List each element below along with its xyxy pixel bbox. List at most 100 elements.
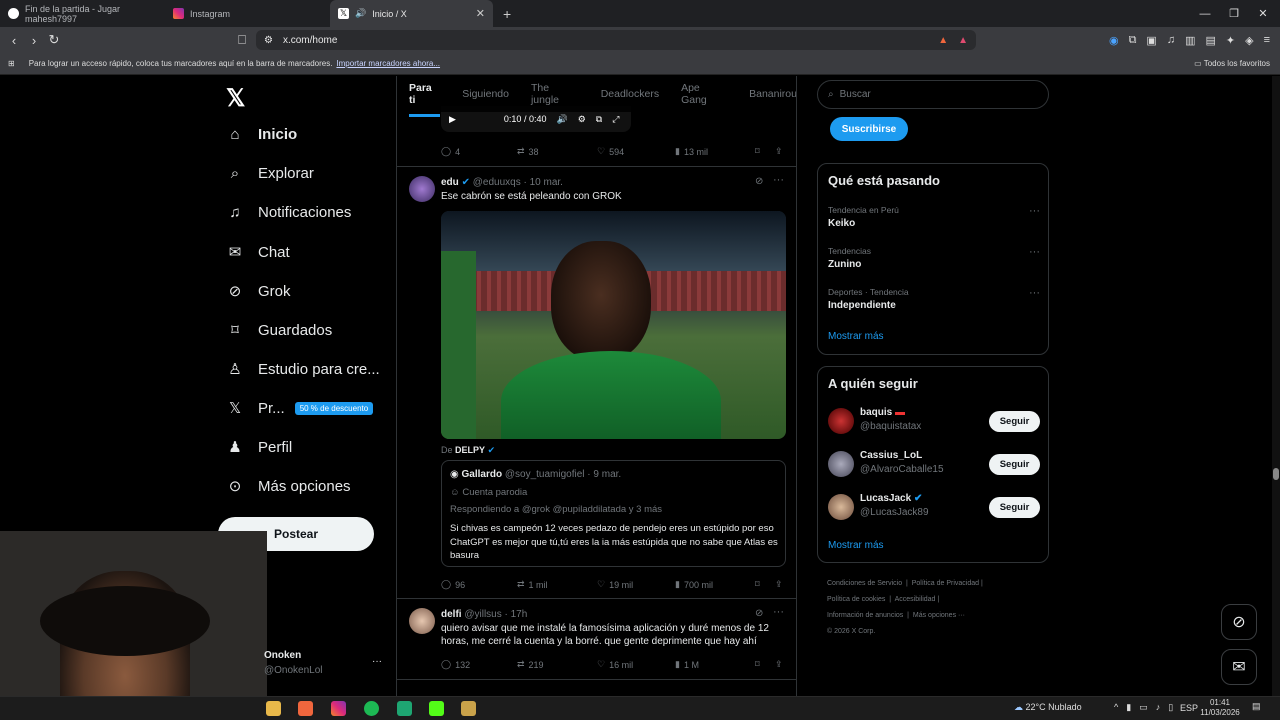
views-button[interactable]: ▮ 700 mil bbox=[675, 579, 755, 590]
bookmark-page-icon[interactable]: ⎕ bbox=[232, 32, 252, 48]
footer-link[interactable]: Accesibilidad bbox=[895, 596, 936, 603]
back-icon[interactable]: ‹ bbox=[4, 33, 24, 48]
bookmark-button[interactable]: ⌑ bbox=[755, 579, 775, 590]
x-logo-icon[interactable]: 𝕏 bbox=[226, 84, 245, 113]
nav-grok[interactable]: ⊘ Grok bbox=[226, 282, 291, 301]
post-date[interactable]: · 10 mar. bbox=[523, 177, 562, 188]
tab-the-jungle[interactable]: The jungle bbox=[531, 82, 579, 106]
wallet2-icon[interactable]: ▤ bbox=[1205, 34, 1215, 47]
new-tab-button[interactable]: + bbox=[503, 6, 511, 22]
pip-icon[interactable]: ⧉ bbox=[596, 114, 602, 125]
wallet-icon[interactable]: ▣ bbox=[1146, 34, 1156, 47]
all-favorites[interactable]: ▭ Todos los favoritos bbox=[1194, 59, 1270, 68]
bookmark-button[interactable]: ⌑ bbox=[755, 659, 775, 670]
author-handle[interactable]: @yillsus bbox=[464, 609, 501, 620]
url-field[interactable]: ⚙ x.com/home ▲ ▲ bbox=[256, 30, 976, 50]
subscribe-button[interactable]: Suscribirse bbox=[830, 117, 908, 141]
post-more-icon[interactable]: ··· bbox=[773, 174, 784, 186]
follow-button[interactable]: Seguir bbox=[989, 411, 1040, 432]
brave-shields-icon[interactable]: ▲ bbox=[938, 35, 948, 46]
tab-ape-gang[interactable]: Ape Gang bbox=[681, 82, 727, 106]
share-button[interactable]: ⇪ bbox=[775, 659, 783, 670]
like-button[interactable]: ♡ 19 mil bbox=[597, 579, 675, 590]
post-more-icon[interactable]: ··· bbox=[773, 606, 784, 618]
trend-item[interactable]: Deportes · Tendencia Independiente ··· bbox=[828, 287, 1040, 311]
account-switcher[interactable]: Onoken @OnokenLol ··· bbox=[264, 650, 394, 680]
trend-more-icon[interactable]: ··· bbox=[1029, 246, 1040, 258]
share-button[interactable]: ⇪ bbox=[775, 579, 783, 590]
vpn-icon[interactable]: ◈ bbox=[1245, 34, 1253, 47]
follow-button[interactable]: Seguir bbox=[989, 454, 1040, 475]
leo-icon[interactable]: ✦ bbox=[1226, 34, 1235, 47]
grok-icon[interactable]: ⊘ bbox=[755, 608, 763, 619]
nav-more[interactable]: ⊙ Más opciones bbox=[226, 477, 351, 496]
like-button[interactable]: ♡ 594 bbox=[597, 146, 675, 157]
show-more-trends[interactable]: Mostrar más bbox=[828, 331, 884, 342]
league-icon[interactable] bbox=[461, 701, 476, 716]
settings-icon[interactable]: ⚙ bbox=[578, 114, 586, 125]
fullscreen-icon[interactable]: ⤢ bbox=[612, 114, 619, 125]
tab-chess[interactable]: Fin de la partida - Jugar mahesh7997 bbox=[0, 0, 165, 27]
repost-button[interactable]: ⇄ 1 mil bbox=[517, 579, 597, 590]
author-name[interactable]: delfi bbox=[441, 609, 462, 620]
kick-icon[interactable] bbox=[429, 701, 444, 716]
music-icon[interactable]: ♫ bbox=[1167, 34, 1175, 46]
spotify-icon[interactable] bbox=[364, 701, 379, 716]
tab-following[interactable]: Siguiendo bbox=[462, 88, 509, 100]
trend-more-icon[interactable]: ··· bbox=[1029, 205, 1040, 217]
site-info-icon[interactable]: ⚙ bbox=[264, 35, 273, 46]
tab-bananirou[interactable]: Bananirou bbox=[749, 88, 796, 100]
nav-notifications[interactable]: ♫ Notificaciones bbox=[226, 204, 351, 221]
bookmark-button[interactable]: ⌑ bbox=[755, 146, 775, 157]
notifications-icon[interactable]: ▤ bbox=[1252, 701, 1261, 712]
quoted-post[interactable]: ◉ Gallardo @soy_tuamigofiel · 9 mar. ☺ C… bbox=[441, 460, 786, 567]
follow-item[interactable]: Cassius_LoL @AlvaroCaballe15 Seguir bbox=[828, 449, 1040, 479]
nav-creator-studio[interactable]: ♙ Estudio para cre... bbox=[226, 360, 379, 379]
avatar[interactable] bbox=[409, 608, 435, 634]
reload-icon[interactable]: ↻ bbox=[44, 32, 64, 48]
close-window-button[interactable]: ✕ bbox=[1246, 0, 1280, 27]
nav-premium[interactable]: 𝕏 Pr... 50 % de descuento bbox=[226, 399, 374, 417]
tab-deadlockers[interactable]: Deadlockers bbox=[601, 88, 659, 100]
mic-icon[interactable]: ▮ bbox=[1126, 702, 1131, 713]
footer-link[interactable]: Política de cookies bbox=[827, 596, 885, 603]
follow-item[interactable]: LucasJack ✔ @LucasJack89 Seguir bbox=[828, 492, 1040, 522]
footer-link[interactable]: Más opciones ··· bbox=[913, 612, 965, 619]
trend-item[interactable]: Tendencia en Perú Keiko ··· bbox=[828, 205, 1040, 229]
scrollbar[interactable] bbox=[1272, 76, 1280, 696]
menu-icon[interactable]: ≡ bbox=[1264, 34, 1270, 46]
views-button[interactable]: ▮ 1 M bbox=[675, 659, 755, 670]
instagram-app-icon[interactable] bbox=[331, 701, 346, 716]
nav-home[interactable]: ⌂ Inicio bbox=[226, 126, 297, 143]
close-tab-icon[interactable]: ✕ bbox=[476, 7, 485, 20]
search-box[interactable]: ⌕ Buscar bbox=[817, 80, 1049, 109]
battery-icon[interactable]: ▯ bbox=[1168, 702, 1173, 713]
author-handle[interactable]: @eduuxqs bbox=[473, 177, 521, 188]
account-more-icon[interactable]: ··· bbox=[372, 656, 382, 667]
views-button[interactable]: ▮ 13 mil bbox=[675, 146, 755, 157]
grok-fab-button[interactable]: ⊘ bbox=[1221, 604, 1257, 640]
tab-instagram[interactable]: Instagram bbox=[165, 0, 330, 27]
share-button[interactable]: ⇪ bbox=[775, 146, 783, 157]
messages-fab-button[interactable]: ✉ bbox=[1221, 649, 1257, 685]
import-bookmarks-link[interactable]: Importar marcadores ahora... bbox=[336, 59, 440, 68]
volume-icon[interactable]: 🔊 bbox=[556, 114, 567, 125]
show-more-follow[interactable]: Mostrar más bbox=[828, 540, 884, 551]
media-icon[interactable]: ◉ bbox=[1109, 34, 1119, 47]
nav-explore[interactable]: ⌕ Explorar bbox=[226, 165, 314, 182]
forward-icon[interactable]: › bbox=[24, 33, 44, 48]
nav-bookmarks[interactable]: ⌑ Guardados bbox=[226, 321, 332, 340]
follow-item[interactable]: baquis ▬ @baquistatax Seguir bbox=[828, 406, 1040, 436]
reply-button[interactable]: ◯ 96 bbox=[441, 579, 517, 590]
volume-icon[interactable]: ♪ bbox=[1156, 702, 1161, 713]
clock[interactable]: 01:41 11/03/2026 bbox=[1200, 698, 1240, 718]
post-video[interactable] bbox=[441, 211, 786, 439]
source-name[interactable]: DELPY bbox=[455, 445, 485, 455]
file-explorer-icon[interactable] bbox=[266, 701, 281, 716]
follow-button[interactable]: Seguir bbox=[989, 497, 1040, 518]
apps-grid-icon[interactable]: ⊞ bbox=[8, 59, 15, 68]
reply-button[interactable]: ◯ 132 bbox=[441, 659, 517, 670]
author-name[interactable]: edu bbox=[441, 177, 459, 188]
language-indicator[interactable]: ESP bbox=[1180, 703, 1198, 713]
like-button[interactable]: ♡ 16 mil bbox=[597, 659, 675, 670]
